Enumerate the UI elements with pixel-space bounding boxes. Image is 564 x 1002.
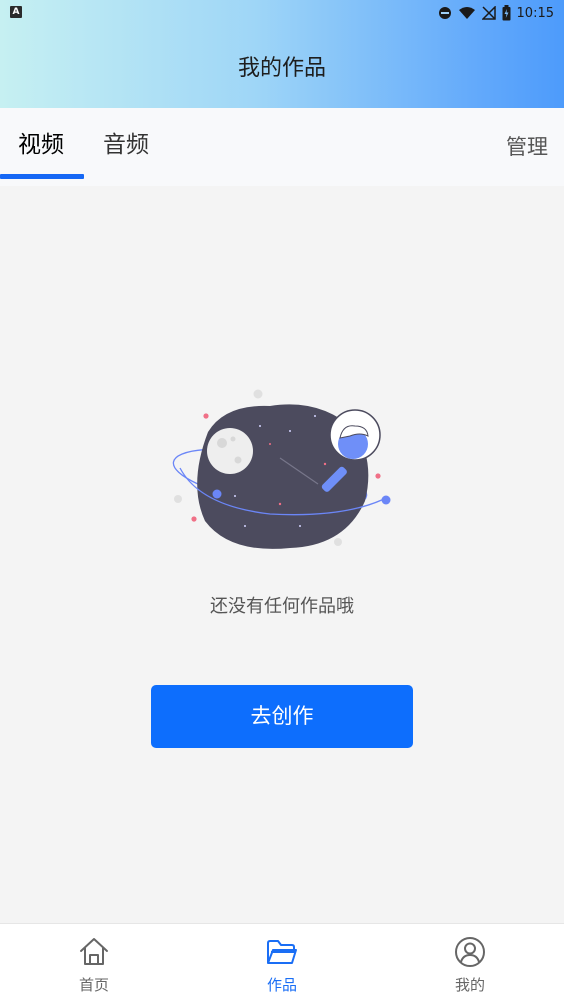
works-content: 还没有任何作品哦 去创作 <box>0 186 564 923</box>
do-not-disturb-icon <box>438 7 451 19</box>
tab-video[interactable]: 视频 <box>18 128 64 162</box>
no-signal-icon <box>481 6 496 20</box>
nav-item-home[interactable]: 首页 <box>0 924 188 1002</box>
user-icon <box>455 937 485 967</box>
nav-label-mine: 我的 <box>454 976 485 994</box>
nav-item-mine[interactable]: 我的 <box>376 924 564 1002</box>
home-icon <box>80 938 108 965</box>
battery-icon <box>502 5 511 21</box>
bottom-navigation: 首页 作品 我的 <box>0 923 564 1002</box>
nav-item-works[interactable]: 作品 <box>188 924 376 1002</box>
empty-state-message: 还没有任何作品哦 <box>210 596 354 617</box>
nav-label-home: 首页 <box>78 976 109 994</box>
empty-space-illustration <box>172 389 391 549</box>
tab-audio[interactable]: 音频 <box>103 128 149 162</box>
clock: 10:15 <box>516 5 554 21</box>
keyboard-indicator-icon: A <box>10 6 22 18</box>
status-bar: A 10:15 <box>0 0 564 26</box>
active-tab-indicator <box>0 174 84 179</box>
app-header: A 10:15 我的作品 <box>0 0 564 108</box>
create-button[interactable]: 去创作 <box>151 685 413 748</box>
tab-bar: 视频 音频 管理 <box>0 108 564 186</box>
page-title: 我的作品 <box>237 56 326 81</box>
nav-label-works: 作品 <box>266 976 297 994</box>
manage-button[interactable]: 管理 <box>506 132 548 162</box>
folder-icon <box>267 940 297 964</box>
status-icons: 10:15 <box>438 3 554 23</box>
wifi-icon <box>458 7 475 19</box>
